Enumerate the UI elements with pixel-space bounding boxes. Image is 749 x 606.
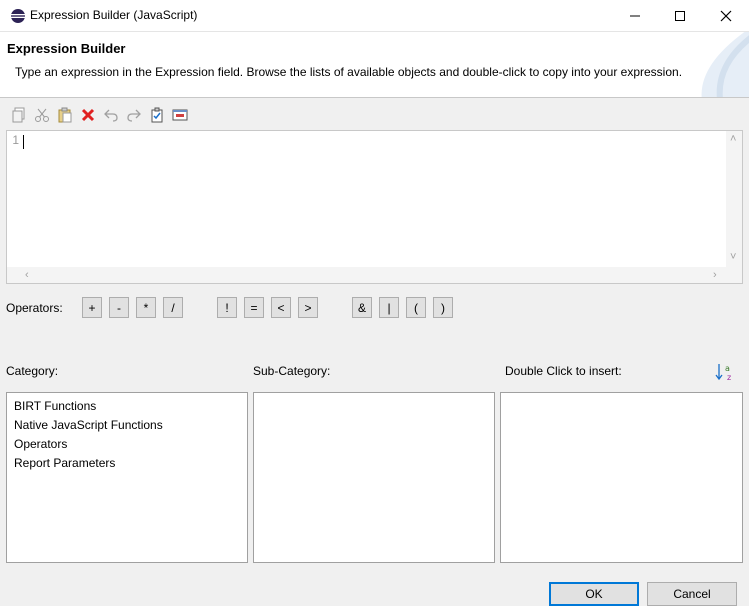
svg-text:a: a: [725, 364, 730, 373]
preview-icon[interactable]: [171, 106, 189, 124]
banner-description: Type an expression in the Expression fie…: [15, 65, 683, 79]
scroll-right-icon[interactable]: ›: [713, 267, 717, 283]
editor-toolbar: [10, 106, 189, 124]
banner-decoration-graphic: [701, 32, 749, 97]
paste-icon[interactable]: [56, 106, 74, 124]
operators-label: Operators:: [6, 301, 63, 315]
insert-list[interactable]: [500, 392, 743, 563]
insert-label: Double Click to insert:: [505, 364, 622, 378]
subcategory-list[interactable]: [253, 392, 495, 563]
minimize-icon: [630, 15, 640, 17]
scroll-down-icon[interactable]: ˅: [730, 249, 736, 265]
scroll-up-icon[interactable]: ˄: [730, 131, 736, 147]
operator-or-button[interactable]: |: [379, 297, 399, 318]
eclipse-app-icon: [11, 9, 25, 23]
list-item[interactable]: Report Parameters: [14, 454, 247, 473]
operator-open-paren-button[interactable]: (: [406, 297, 426, 318]
copy-icon[interactable]: [10, 106, 28, 124]
list-item[interactable]: BIRT Functions: [14, 397, 247, 416]
operator-greater-button[interactable]: >: [298, 297, 318, 318]
horizontal-scrollbar[interactable]: ‹ ›: [7, 267, 728, 283]
title-bar: Expression Builder (JavaScript): [0, 0, 749, 32]
operator-not-button[interactable]: !: [217, 297, 237, 318]
close-icon: [720, 10, 732, 22]
delete-icon[interactable]: [79, 106, 97, 124]
line-number-gutter: 1: [7, 131, 22, 267]
cut-icon[interactable]: [33, 106, 51, 124]
operator-close-paren-button[interactable]: ): [433, 297, 453, 318]
ok-button[interactable]: OK: [549, 582, 639, 606]
text-caret: [23, 135, 24, 149]
category-label: Category:: [6, 364, 59, 378]
subcategory-label: Sub-Category:: [253, 364, 331, 378]
redo-icon[interactable]: [125, 106, 143, 124]
cancel-button[interactable]: Cancel: [647, 582, 737, 606]
expression-editor[interactable]: 1 ˄ ˅ ‹ ›: [6, 130, 743, 284]
scrollbar-corner: [726, 267, 742, 283]
line-number: 1: [12, 133, 19, 147]
vertical-scrollbar[interactable]: ˄ ˅: [726, 131, 742, 267]
close-button[interactable]: [703, 0, 749, 32]
scroll-left-icon[interactable]: ‹: [25, 267, 29, 283]
sort-alpha-icon[interactable]: a z: [715, 362, 735, 382]
banner-title: Expression Builder: [7, 41, 126, 56]
svg-text:z: z: [727, 373, 731, 382]
maximize-button[interactable]: [657, 0, 703, 32]
category-list[interactable]: BIRT Functions Native JavaScript Functio…: [6, 392, 248, 563]
operator-less-button[interactable]: <: [271, 297, 291, 318]
header-banner: Expression Builder Type an expression in…: [0, 32, 749, 98]
maximize-icon: [675, 11, 685, 21]
operator-equals-button[interactable]: =: [244, 297, 264, 318]
window-title: Expression Builder (JavaScript): [30, 8, 198, 22]
operator-plus-button[interactable]: +: [82, 297, 102, 318]
list-item[interactable]: Native JavaScript Functions: [14, 416, 247, 435]
validate-icon[interactable]: [148, 106, 166, 124]
list-item[interactable]: Operators: [14, 435, 247, 454]
undo-icon[interactable]: [102, 106, 120, 124]
operator-divide-button[interactable]: /: [163, 297, 183, 318]
operator-multiply-button[interactable]: *: [136, 297, 156, 318]
operator-and-button[interactable]: &: [352, 297, 372, 318]
minimize-button[interactable]: [612, 0, 658, 32]
operator-minus-button[interactable]: -: [109, 297, 129, 318]
